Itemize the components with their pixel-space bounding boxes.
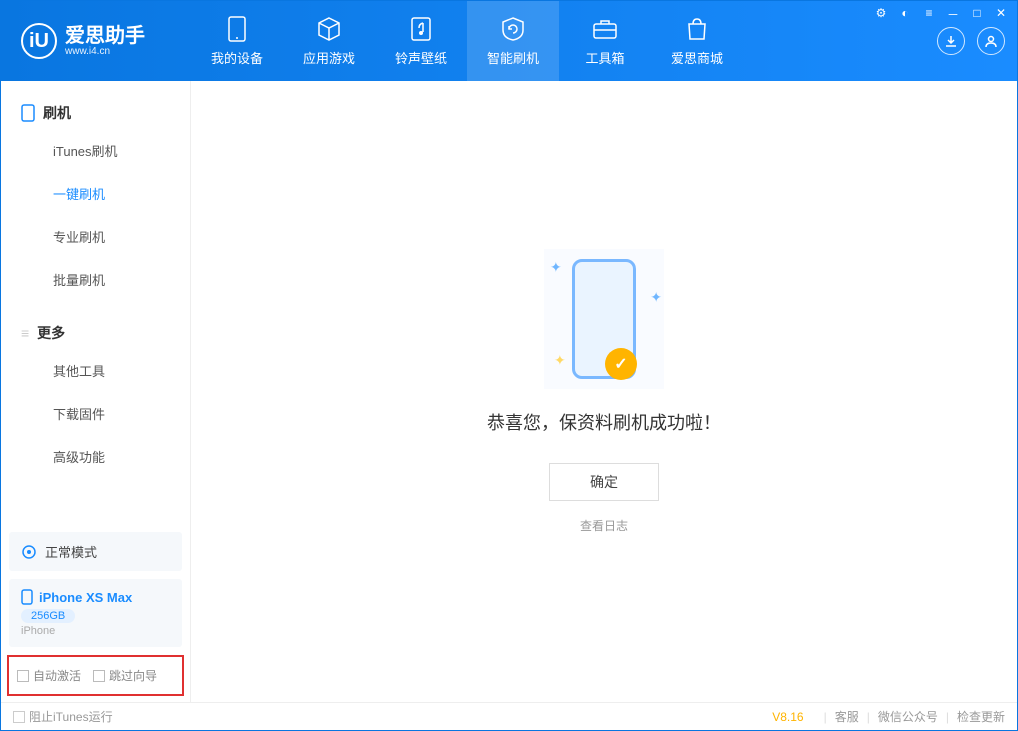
success-illustration: ✦ ✦ ✦ ✓ xyxy=(544,249,664,389)
list-icon: ≡ xyxy=(21,325,29,341)
footer-link-support[interactable]: 客服 xyxy=(835,708,859,725)
phone-icon xyxy=(21,104,35,122)
skin-icon[interactable]: ◐ xyxy=(898,6,912,23)
toolbox-icon xyxy=(592,16,618,42)
block-itunes-checkbox[interactable]: 阻止iTunes运行 xyxy=(13,708,113,725)
device-box[interactable]: iPhone XS Max 256GB iPhone xyxy=(9,579,182,647)
section-title: 刷机 xyxy=(43,103,71,123)
footer-link-wechat[interactable]: 微信公众号 xyxy=(878,708,938,725)
auto-activate-checkbox[interactable]: 自动激活 xyxy=(17,667,81,684)
view-log-link[interactable]: 查看日志 xyxy=(580,517,628,534)
sidebar: 刷机 iTunes刷机 一键刷机 专业刷机 批量刷机 ≡ 更多 其他工具 下载固… xyxy=(1,81,191,702)
version-label: V8.16 xyxy=(772,710,803,724)
sidebar-section-flash: 刷机 xyxy=(1,97,190,129)
refresh-shield-icon xyxy=(500,16,526,42)
success-message: 恭喜您，保资料刷机成功啦！ xyxy=(487,409,721,435)
app-url: www.i4.cn xyxy=(65,46,145,57)
sidebar-item-other-tools[interactable]: 其他工具 xyxy=(1,349,190,392)
tab-label: 智能刷机 xyxy=(487,48,539,67)
header-right xyxy=(937,27,1017,55)
cb-label: 阻止iTunes运行 xyxy=(29,708,113,725)
user-icon[interactable] xyxy=(977,27,1005,55)
sidebar-item-batch-flash[interactable]: 批量刷机 xyxy=(1,258,190,301)
device-type: iPhone xyxy=(21,625,170,637)
logo[interactable]: iU 爱思助手 www.i4.cn xyxy=(1,23,191,59)
cb-label: 自动激活 xyxy=(33,667,81,684)
nav-tabs: 我的设备 应用游戏 铃声壁纸 智能刷机 工具箱 爱思商城 xyxy=(191,1,937,81)
sidebar-item-pro-flash[interactable]: 专业刷机 xyxy=(1,215,190,258)
tab-label: 我的设备 xyxy=(211,48,263,67)
checkbox-row: 自动激活 跳过向导 xyxy=(7,655,184,696)
tab-toolbox[interactable]: 工具箱 xyxy=(559,1,651,81)
bag-icon xyxy=(684,16,710,42)
sidebar-item-advanced[interactable]: 高级功能 xyxy=(1,435,190,478)
device-name: iPhone XS Max xyxy=(39,590,132,605)
settings-icon[interactable]: ⚙ xyxy=(874,6,888,23)
music-icon xyxy=(408,16,434,42)
download-icon[interactable] xyxy=(937,27,965,55)
main-content: ✦ ✦ ✦ ✓ 恭喜您，保资料刷机成功啦！ 确定 查看日志 xyxy=(191,81,1017,702)
close-icon[interactable]: ✕ xyxy=(994,6,1008,23)
capacity-badge: 256GB xyxy=(21,609,75,623)
mode-icon xyxy=(21,544,37,560)
minimize-icon[interactable]: － xyxy=(946,6,960,23)
ok-button[interactable]: 确定 xyxy=(549,463,659,501)
tab-label: 应用游戏 xyxy=(303,48,355,67)
footer: 阻止iTunes运行 V8.16 | 客服 | 微信公众号 | 检查更新 xyxy=(1,702,1017,730)
tab-my-device[interactable]: 我的设备 xyxy=(191,1,283,81)
check-badge-icon: ✓ xyxy=(605,348,637,380)
section-title: 更多 xyxy=(37,323,65,343)
skip-guide-checkbox[interactable]: 跳过向导 xyxy=(93,667,157,684)
sidebar-item-oneclick-flash[interactable]: 一键刷机 xyxy=(1,172,190,215)
tab-store[interactable]: 爱思商城 xyxy=(651,1,743,81)
window-controls: ⚙ ◐ ≡ － □ ✕ xyxy=(874,6,1008,23)
tab-smart-flash[interactable]: 智能刷机 xyxy=(467,1,559,81)
cb-label: 跳过向导 xyxy=(109,667,157,684)
cube-icon xyxy=(316,16,342,42)
sidebar-item-itunes-flash[interactable]: iTunes刷机 xyxy=(1,129,190,172)
header: iU 爱思助手 www.i4.cn 我的设备 应用游戏 铃声壁纸 智能刷机 工具… xyxy=(1,1,1017,81)
maximize-icon[interactable]: □ xyxy=(970,6,984,23)
sidebar-item-download-firmware[interactable]: 下载固件 xyxy=(1,392,190,435)
device-icon xyxy=(224,16,250,42)
tab-label: 爱思商城 xyxy=(671,48,723,67)
tab-apps-games[interactable]: 应用游戏 xyxy=(283,1,375,81)
tab-label: 铃声壁纸 xyxy=(395,48,447,67)
tab-label: 工具箱 xyxy=(585,48,624,67)
menu-icon[interactable]: ≡ xyxy=(922,6,936,23)
sidebar-section-more: ≡ 更多 xyxy=(1,317,190,349)
mode-label: 正常模式 xyxy=(45,542,97,561)
mode-box[interactable]: 正常模式 xyxy=(9,532,182,571)
footer-link-update[interactable]: 检查更新 xyxy=(957,708,1005,725)
tab-ringtones[interactable]: 铃声壁纸 xyxy=(375,1,467,81)
phone-small-icon xyxy=(21,589,33,605)
logo-icon: iU xyxy=(21,23,57,59)
app-name: 爱思助手 xyxy=(65,26,145,46)
